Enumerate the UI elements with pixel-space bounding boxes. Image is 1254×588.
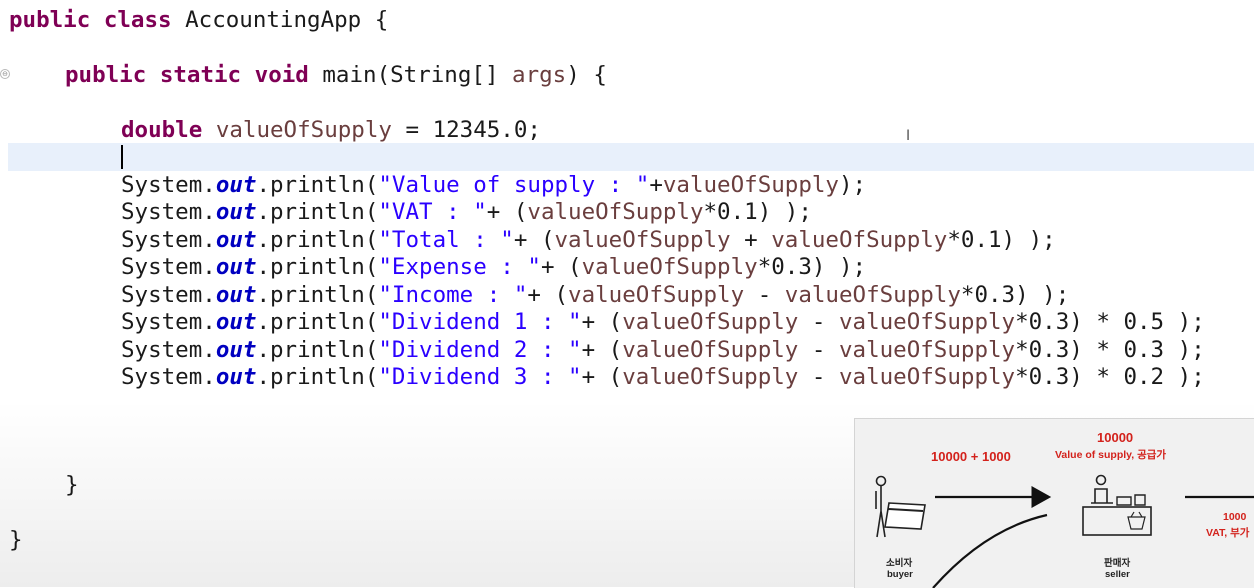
buyer-label-en: buyer: [887, 569, 913, 580]
diagram-graphics: [875, 474, 1254, 588]
code-line-close-class[interactable]: }: [9, 526, 23, 554]
code-line-print-income[interactable]: System.out.println("Income : "+ (valueOf…: [121, 281, 1069, 309]
code-line-print-total[interactable]: System.out.println("Total : "+ (valueOfS…: [121, 226, 1056, 254]
vat-amount: 1000: [1223, 511, 1247, 523]
code-line-print-dividend-3[interactable]: System.out.println("Dividend 3 : "+ (val…: [121, 363, 1205, 391]
seller-label-ko: 판매자: [1104, 558, 1131, 569]
seller-label-en: seller: [1105, 569, 1130, 580]
code-line-print-vat[interactable]: System.out.println("VAT : "+ (valueOfSup…: [121, 198, 812, 226]
code-line-main-decl[interactable]: public static void main(String[] args) {: [65, 61, 607, 89]
seller-counter-icon: [1082, 474, 1152, 536]
value-of-supply-caption: Value of supply, 공급가: [1055, 449, 1167, 461]
code-line-print-expense[interactable]: System.out.println("Expense : "+ (valueO…: [121, 253, 866, 281]
code-line-print-dividend-2[interactable]: System.out.println("Dividend 2 : "+ (val…: [121, 336, 1205, 364]
value-of-supply-amount: 10000: [1097, 430, 1134, 445]
vat-caption: VAT, 부가: [1206, 527, 1250, 539]
curved-arrow-icon: [932, 513, 1048, 588]
text-caret: [121, 145, 123, 169]
code-line-class-decl[interactable]: public class AccountingApp {: [9, 6, 388, 34]
buyer-label-ko: 소비자: [886, 558, 913, 569]
vat-diagram-overlay: 10000 + 1000 10000 Value of supply, 공급가 …: [854, 418, 1254, 588]
ibeam-cursor-icon: I: [906, 128, 911, 144]
code-line-print-dividend-1[interactable]: System.out.println("Dividend 1 : "+ (val…: [121, 308, 1205, 336]
code-line-variable-decl[interactable]: double valueOfSupply = 12345.0;: [121, 116, 541, 144]
payment-label: 10000 + 1000: [931, 449, 1011, 464]
buyer-with-card-icon: [875, 475, 926, 538]
code-line-print-value[interactable]: System.out.println("Value of supply : "+…: [121, 171, 866, 199]
code-line-close-method[interactable]: }: [65, 471, 79, 499]
fold-toggle-icon[interactable]: ⊖: [0, 69, 10, 79]
current-line-highlight: [8, 143, 1254, 171]
